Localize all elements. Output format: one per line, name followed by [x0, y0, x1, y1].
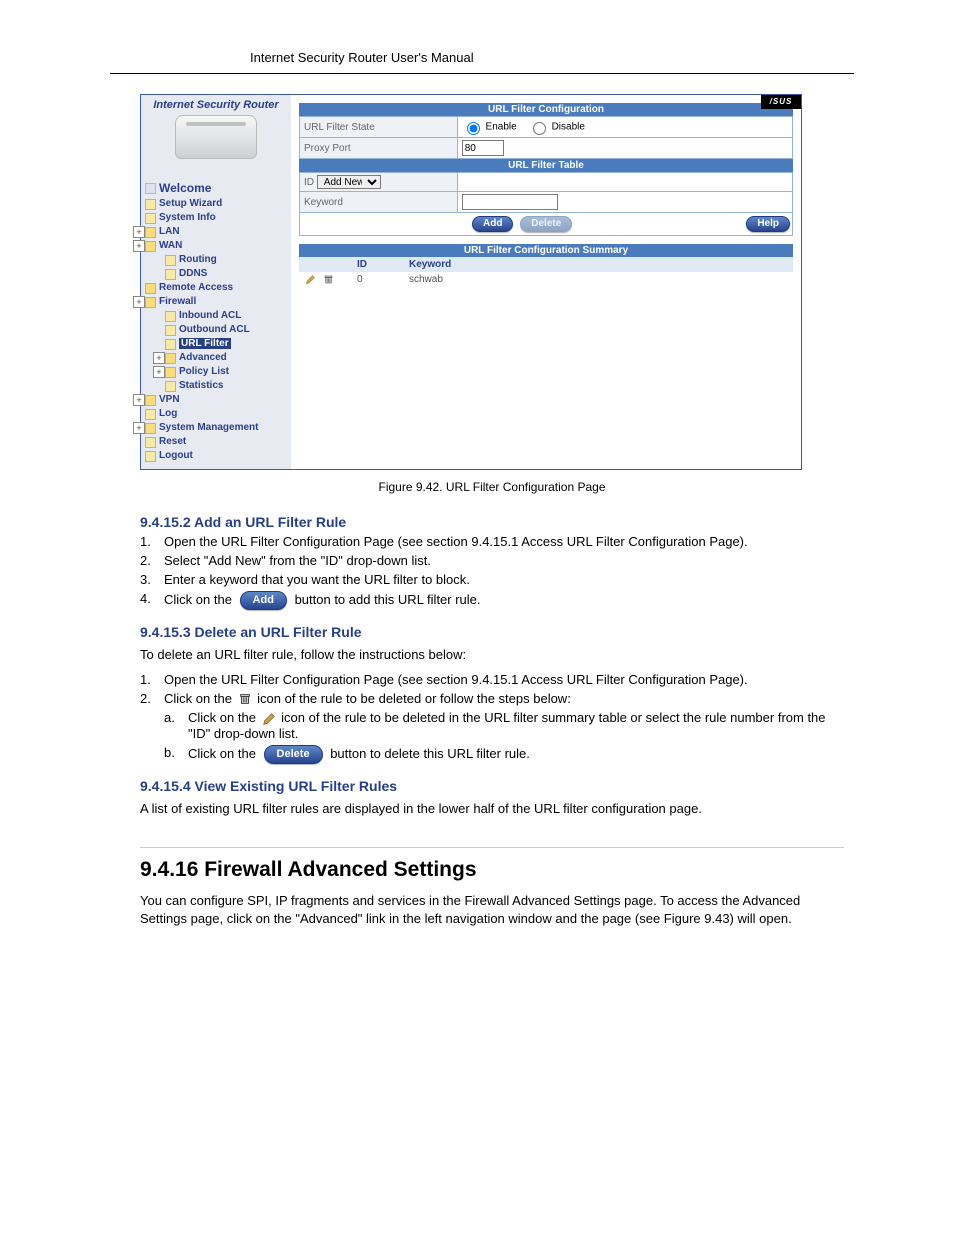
- sidebar-item-setup-wizard[interactable]: Setup Wizard: [159, 198, 222, 209]
- section-9-4-15-3-title: 9.4.15.3 Delete an URL Filter Rule: [140, 624, 844, 640]
- figure-caption: Figure 9.42. URL Filter Configuration Pa…: [140, 480, 844, 494]
- router-screenshot: Internet Security Router Welcome Setup W…: [140, 94, 844, 470]
- id-label: ID: [304, 177, 314, 188]
- sidebar-item-outbound-acl[interactable]: Outbound ACL: [179, 324, 250, 335]
- sec15-step1: Open the URL Filter Configuration Page (…: [164, 534, 844, 549]
- id-dropdown[interactable]: Add New: [317, 175, 381, 189]
- sidebar-item-lan[interactable]: LAN: [159, 226, 180, 237]
- sidebar-item-inbound-acl[interactable]: Inbound ACL: [179, 310, 241, 321]
- sec15-step2: Select "Add New" from the "ID" drop-down…: [164, 553, 844, 568]
- sidebar-item-ddns[interactable]: DDNS: [179, 268, 207, 279]
- cfg-title: URL Filter Configuration: [299, 103, 793, 116]
- sec15-step4b: button to add this URL filter rule.: [295, 592, 481, 607]
- radio-enable[interactable]: [467, 122, 480, 135]
- pencil-icon[interactable]: [305, 274, 316, 285]
- sec16-sub-a1: Click on the: [188, 710, 260, 725]
- sidebar-item-url-filter[interactable]: URL Filter: [179, 338, 231, 349]
- sidebar-welcome[interactable]: Welcome: [159, 181, 211, 195]
- sec16-step1: Open the URL Filter Configuration Page (…: [164, 672, 844, 687]
- inline-delete-button: Delete: [264, 745, 323, 764]
- router-main-pane: /SUS URL Filter Configuration URL Filter…: [291, 95, 801, 469]
- sidebar-item-policy-list[interactable]: Policy List: [179, 366, 229, 377]
- sec15-step3: Enter a keyword that you want the URL fi…: [164, 572, 844, 587]
- keyword-input[interactable]: [462, 194, 558, 210]
- keyword-label: Keyword: [300, 192, 458, 213]
- summary-row-kw: schwab: [403, 272, 793, 287]
- inline-pencil-icon: [262, 712, 276, 726]
- section-9-4-16-title: 9.4.16 Firewall Advanced Settings: [140, 858, 844, 882]
- sidebar-item-statistics[interactable]: Statistics: [179, 380, 223, 391]
- sec16-step2a: Click on the: [164, 691, 236, 706]
- cfg-proxy-label: Proxy Port: [300, 138, 458, 159]
- summary-col-keyword: Keyword: [403, 257, 793, 272]
- sec15-step4a: Click on the: [164, 592, 236, 607]
- trash-icon[interactable]: [323, 274, 334, 285]
- delete-button: Delete: [520, 216, 572, 232]
- sidebar-item-remote-access[interactable]: Remote Access: [159, 282, 233, 293]
- sidebar-item-firewall[interactable]: Firewall: [159, 296, 196, 307]
- radio-disable[interactable]: [533, 122, 546, 135]
- sec16-sub-b1: Click on the: [188, 746, 260, 761]
- router-sidebar: Internet Security Router Welcome Setup W…: [141, 95, 291, 469]
- asus-logo: /SUS: [761, 95, 801, 109]
- section-9-4-15-2-title: 9.4.15.2 Add an URL Filter Rule: [140, 514, 844, 530]
- cfg-state-label: URL Filter State: [300, 117, 458, 138]
- summary-row-id: 0: [351, 272, 403, 287]
- summary-title: URL Filter Configuration Summary: [299, 244, 793, 257]
- sidebar-item-log[interactable]: Log: [159, 408, 177, 419]
- sec18-body: You can configure SPI, IP fragments and …: [140, 892, 844, 927]
- inline-add-button: Add: [240, 591, 287, 610]
- page-header: Internet Security Router User's Manual: [110, 0, 854, 74]
- proxy-port-input[interactable]: [462, 140, 504, 156]
- sec16-intro: To delete an URL filter rule, follow the…: [140, 646, 844, 664]
- sidebar-item-system-info[interactable]: System Info: [159, 212, 216, 223]
- sidebar-item-logout[interactable]: Logout: [159, 450, 193, 461]
- sec17-body: A list of existing URL filter rules are …: [140, 800, 844, 818]
- add-button[interactable]: Add: [472, 216, 513, 232]
- summary-row: 0 schwab: [299, 272, 793, 287]
- sidebar-item-vpn[interactable]: VPN: [159, 394, 180, 405]
- radio-enable-label: Enable: [486, 122, 517, 133]
- sec16-sub-a2: icon of the rule to be deleted in the UR…: [188, 710, 826, 741]
- sidebar-item-system-management[interactable]: System Management: [159, 422, 258, 433]
- sidebar-item-routing[interactable]: Routing: [179, 254, 217, 265]
- sidebar-item-advanced[interactable]: Advanced: [179, 352, 227, 363]
- inline-trash-icon: [238, 692, 252, 706]
- sec16-sub-b2: button to delete this URL filter rule.: [330, 746, 530, 761]
- brand-title: Internet Security Router: [141, 99, 291, 111]
- router-image: [175, 115, 257, 159]
- sidebar-item-wan[interactable]: WAN: [159, 240, 182, 251]
- summary-col-id: ID: [351, 257, 403, 272]
- table-title: URL Filter Table: [299, 159, 793, 172]
- radio-disable-label: Disable: [552, 122, 585, 133]
- sec16-step2b: icon of the rule to be deleted or follow…: [257, 691, 571, 706]
- section-9-4-15-4-title: 9.4.15.4 View Existing URL Filter Rules: [140, 778, 844, 794]
- help-button[interactable]: Help: [746, 216, 790, 232]
- sidebar-item-reset[interactable]: Reset: [159, 436, 186, 447]
